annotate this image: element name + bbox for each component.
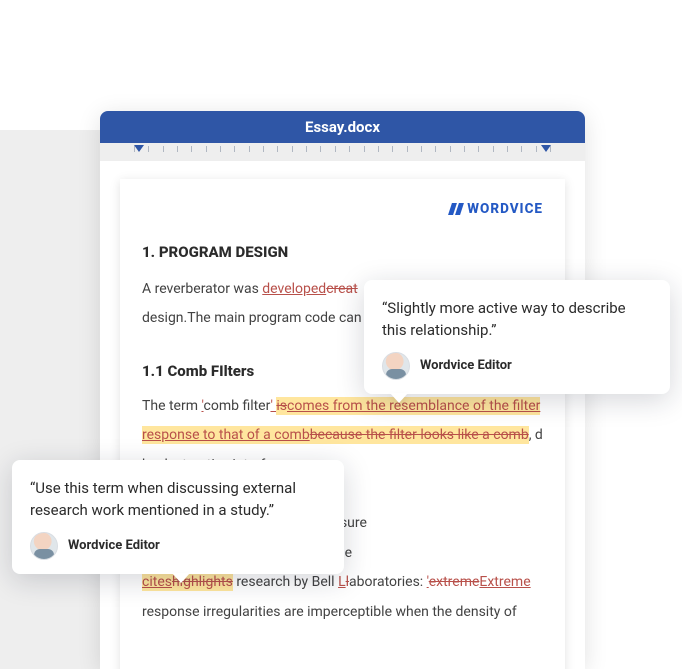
- track-delete[interactable]: extreme: [429, 574, 480, 590]
- document-title: Essay.docx: [305, 118, 380, 136]
- brand-text: WORDVICE: [467, 201, 543, 217]
- track-delete[interactable]: creat: [326, 281, 358, 297]
- popover-tail-icon: [390, 393, 408, 403]
- brand-icon: [449, 202, 463, 216]
- track-insert[interactable]: L: [338, 574, 346, 590]
- page-surface: WORDVICE 1. PROGRAM DESIGN A reverberato…: [120, 179, 565, 669]
- track-insert[interactable]: Extreme: [479, 574, 530, 590]
- comment-author: Wordvice Editor: [420, 358, 512, 373]
- text-run: aboratories:: [349, 574, 427, 590]
- comment-text: “Slightly more active way to describe th…: [382, 298, 652, 342]
- text-run: comb filter: [204, 398, 271, 414]
- avatar: [30, 532, 58, 560]
- avatar: [382, 352, 410, 380]
- ruler-indent-right-icon[interactable]: [541, 145, 551, 152]
- text-run: design.The main program code can: [142, 310, 362, 326]
- text-run: research by Bell: [233, 574, 338, 590]
- track-insert[interactable]: cites: [142, 574, 172, 590]
- ruler-indent-left-icon[interactable]: [134, 145, 144, 152]
- track-delete[interactable]: is: [276, 398, 287, 414]
- background-panel: [0, 130, 100, 669]
- comment-author-row: Wordvice Editor: [382, 352, 652, 380]
- comment-text: “Use this term when discussing external …: [30, 478, 326, 522]
- text-run: A reverberator was: [142, 281, 262, 297]
- comment-popover[interactable]: “Use this term when discussing external …: [12, 460, 344, 574]
- ruler[interactable]: [100, 143, 585, 161]
- heading-1: 1. PROGRAM DESIGN: [142, 243, 543, 261]
- window-titlebar: Essay.docx: [100, 111, 585, 143]
- track-delete[interactable]: because the filter looks like a comb: [310, 427, 529, 443]
- comment-popover[interactable]: “Slightly more active way to describe th…: [364, 280, 670, 394]
- comment-author: Wordvice Editor: [68, 538, 160, 553]
- popover-tail-icon: [172, 573, 190, 583]
- text-run: response irregularities are imperceptibl…: [142, 604, 517, 620]
- brand-logo: WORDVICE: [142, 201, 543, 217]
- track-insert[interactable]: developed: [262, 281, 326, 297]
- ruler-ticks: [100, 143, 585, 161]
- comment-author-row: Wordvice Editor: [30, 532, 326, 560]
- text-run: The term: [142, 398, 201, 414]
